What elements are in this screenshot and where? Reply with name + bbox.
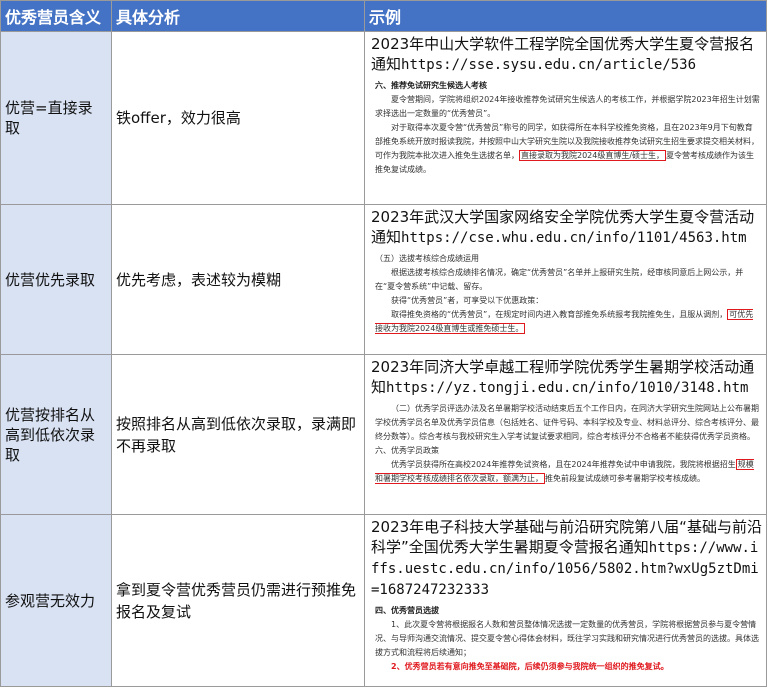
header-meaning: 优秀营员含义 <box>0 0 112 32</box>
meaning-cell: 优营=直接录取 <box>0 31 112 205</box>
header-row: 优秀营员含义 具体分析 示例 <box>0 0 767 32</box>
table-row: 优营=直接录取 铁offer，效力很高 2023年中山大学软件工程学院全国优秀大… <box>0 31 767 205</box>
snippet-heading: （五）选拔考核综合成绩运用 <box>375 254 479 263</box>
snippet-paragraph: 优秀学员获得所在高校2024年推荐免试资格，且在2024年推荐免试中申请我院，我… <box>375 458 760 486</box>
example-cell: 2023年武汉大学国家网络安全学院优秀大学生夏令营活动通知https://cse… <box>364 204 767 355</box>
snippet-text: 取得推免资格的“优秀营员”，在规定时间内进入教育部推免系统报考我院推免生，且服从… <box>391 310 728 319</box>
snippet-heading: 六、推荐免试研究生候选人考核 <box>375 81 487 90</box>
example-cell: 2023年同济大学卓越工程师学院优秀学生暑期学校活动通知https://yz.t… <box>364 354 767 515</box>
snippet-heading: 四、优秀营员选拔 <box>375 606 439 615</box>
analysis-cell: 拿到夏令营优秀营员仍需进行预推免报名及复试 <box>111 514 365 687</box>
snippet-paragraph: 取得推免资格的“优秀营员”，在规定时间内进入教育部推免系统报考我院推免生，且服从… <box>375 308 760 336</box>
header-example: 示例 <box>364 0 767 32</box>
snippet-paragraph-emphasis: 2、优秀营员若有意向推免至基础院，后续仍须参与我院统一组织的推免复试。 <box>391 662 669 671</box>
snippet-paragraph: 1、此次夏令营将根据报名人数和营员整体情况选拔一定数量的优秀营员，学院将根据营员… <box>375 620 759 657</box>
snippet-text: 优秀学员获得所在高校2024年推荐免试资格，且在2024年推荐免试中申请我院，我… <box>391 460 736 469</box>
example-url[interactable]: https://yz.tongji.edu.cn/info/1010/3148.… <box>386 380 748 396</box>
table-row: 参观营无效力 拿到夏令营优秀营员仍需进行预推免报名及复试 2023年电子科技大学… <box>0 514 767 687</box>
analysis-cell: 铁offer，效力很高 <box>111 31 365 205</box>
example-title: 2023年同济大学卓越工程师学院优秀学生暑期学校活动通知https://yz.t… <box>367 355 764 398</box>
snippet-paragraph: （二）优秀学员评选办法及名单暑期学校活动结束后五个工作日内，在同济大学研究生院网… <box>375 404 759 455</box>
example-snippet: （五）选拔考核综合成绩运用 根据选拔考核综合成绩排名情况，确定“优秀营员”名单并… <box>375 252 760 336</box>
snippet-paragraph: 夏令营期间，学院将组织2024年接收推荐免试研究生候选人的考核工作，并根据学院2… <box>375 95 760 118</box>
example-cell: 2023年电子科技大学基础与前沿研究院第八届“基础与前沿科学”全国优秀大学生暑期… <box>364 514 767 687</box>
table-row: 优营按排名从高到低依次录取 按照排名从高到低依次录取，录满即不再录取 2023年… <box>0 354 767 515</box>
example-snippet: （二）优秀学员评选办法及名单暑期学校活动结束后五个工作日内，在同济大学研究生院网… <box>375 402 760 486</box>
example-url[interactable]: https://cse.whu.edu.cn/info/1101/4563.ht… <box>401 230 747 246</box>
snippet-highlight: 直接录取为我院2024级直博生/硕士生， <box>519 150 667 161</box>
snippet-paragraph: 对于取得本次夏令营“优秀营员”称号的同学，如获得所在本科学校推免资格，且在202… <box>375 121 760 177</box>
example-snippet: 六、推荐免试研究生候选人考核 夏令营期间，学院将组织2024年接收推荐免试研究生… <box>375 79 760 177</box>
analysis-cell: 按照排名从高到低依次录取，录满即不再录取 <box>111 354 365 515</box>
example-title: 2023年电子科技大学基础与前沿研究院第八届“基础与前沿科学”全国优秀大学生暑期… <box>367 515 764 600</box>
snippet-paragraph: 获得“优秀营员”者，可享受以下优惠政策： <box>391 296 544 305</box>
example-snippet: 四、优秀营员选拔 1、此次夏令营将根据报名人数和营员整体情况选拔一定数量的优秀营… <box>375 604 760 674</box>
example-title: 2023年中山大学软件工程学院全国优秀大学生夏令营报名通知https://sse… <box>367 32 764 75</box>
analysis-cell: 优先考虑，表述较为模糊 <box>111 204 365 355</box>
header-analysis: 具体分析 <box>111 0 365 32</box>
meaning-cell: 参观营无效力 <box>0 514 112 687</box>
example-url[interactable]: https://sse.sysu.edu.cn/article/536 <box>401 57 696 73</box>
meaning-cell: 优营优先录取 <box>0 204 112 355</box>
example-title: 2023年武汉大学国家网络安全学院优秀大学生夏令营活动通知https://cse… <box>367 205 764 248</box>
comparison-table: 优秀营员含义 具体分析 示例 优营=直接录取 铁offer，效力很高 2023年… <box>0 0 767 687</box>
example-cell: 2023年中山大学软件工程学院全国优秀大学生夏令营报名通知https://sse… <box>364 31 767 205</box>
snippet-paragraph: 根据选拔考核综合成绩排名情况，确定“优秀营员”名单并上报研究生院，经审核同意后上… <box>375 268 744 291</box>
table-row: 优营优先录取 优先考虑，表述较为模糊 2023年武汉大学国家网络安全学院优秀大学… <box>0 204 767 355</box>
meaning-cell: 优营按排名从高到低依次录取 <box>0 354 112 515</box>
snippet-text: 推免前段复试成绩可参考暑期学校考核成绩。 <box>545 474 705 483</box>
